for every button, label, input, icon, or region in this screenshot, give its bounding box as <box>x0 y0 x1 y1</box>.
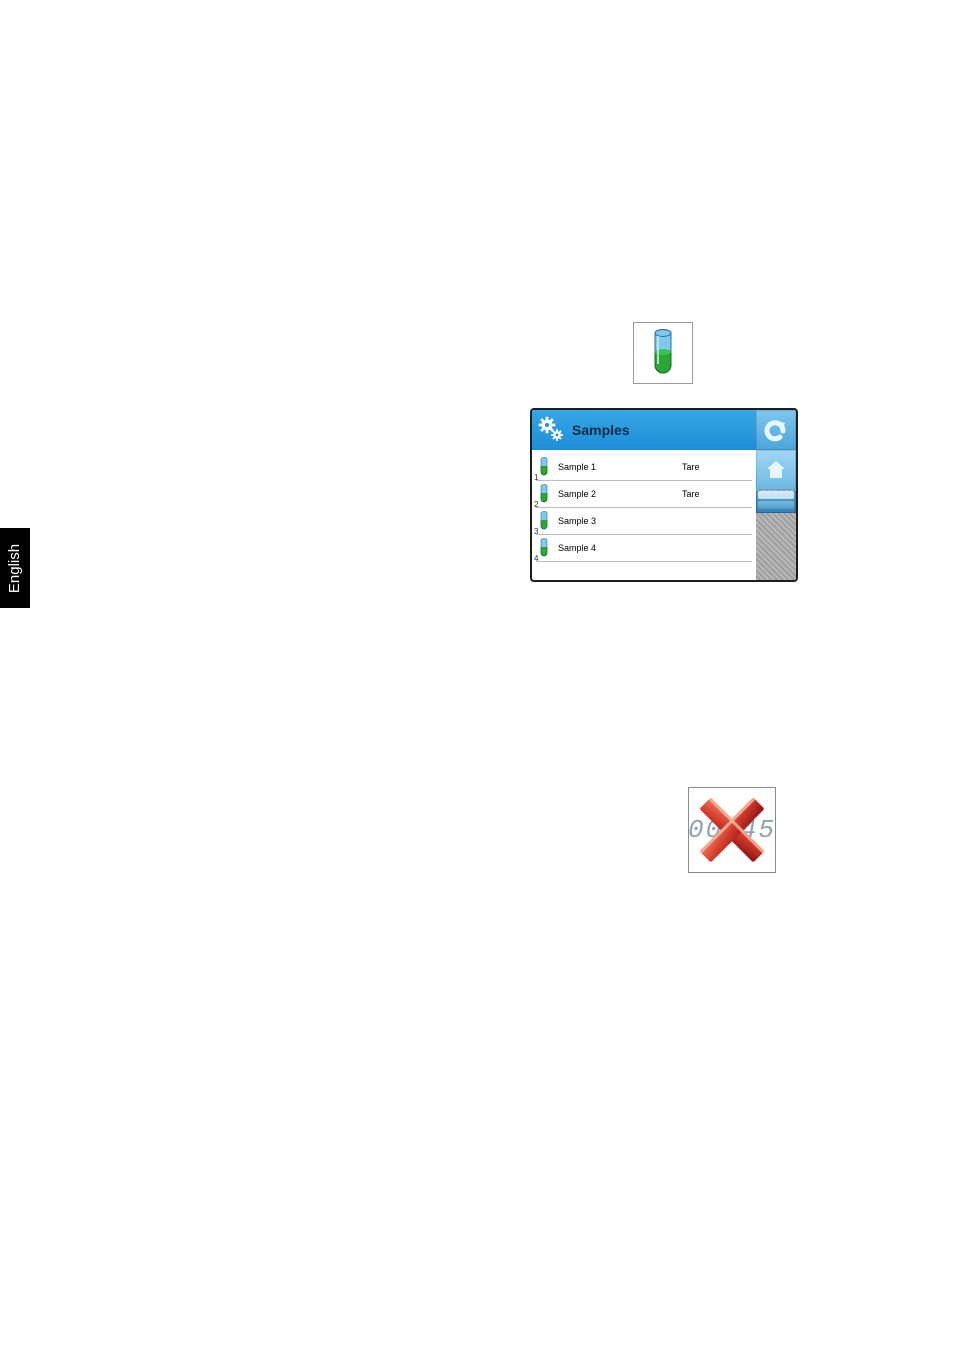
samples-header: Samples <box>532 410 796 450</box>
settings-button[interactable] <box>532 410 572 450</box>
sample-name: Sample 3 <box>558 516 682 526</box>
scrollbar-thumb-top <box>758 491 794 499</box>
samples-sidebar <box>756 450 796 580</box>
home-icon <box>764 458 788 482</box>
page-root: English <box>0 0 954 1350</box>
sample-name: Sample 1 <box>558 462 682 472</box>
sample-tare: Tare <box>682 462 752 472</box>
red-x-icon <box>697 795 767 865</box>
undo-arrow-icon <box>763 417 789 443</box>
test-tube-button[interactable] <box>633 322 693 384</box>
back-button[interactable] <box>756 410 796 450</box>
sample-name: Sample 2 <box>558 489 682 499</box>
sample-row[interactable]: 2 Sample 2 Tare <box>536 481 752 508</box>
samples-dialog: Samples 1 <box>530 408 798 582</box>
language-tab: English <box>0 528 30 608</box>
home-button[interactable] <box>756 450 796 490</box>
scrollbar[interactable] <box>756 491 796 513</box>
samples-title: Samples <box>572 422 630 438</box>
samples-list: 1 Sample 1 Tare 2 Sample 2 Tare 3 <box>532 450 756 580</box>
cancel-timer-button[interactable]: 00:45 <box>688 787 776 873</box>
test-tube-icon <box>653 328 673 378</box>
sample-row[interactable]: 3 Sample 3 <box>536 508 752 535</box>
double-gear-icon <box>538 416 566 444</box>
scrollbar-thumb-bottom <box>758 501 794 509</box>
language-label: English <box>7 543 24 592</box>
sample-row[interactable]: 4 Sample 4 <box>536 535 752 562</box>
sample-row[interactable]: 1 Sample 1 Tare <box>536 454 752 481</box>
sample-tare: Tare <box>682 489 752 499</box>
sample-name: Sample 4 <box>558 543 682 553</box>
sample-index: 4 <box>534 554 538 563</box>
